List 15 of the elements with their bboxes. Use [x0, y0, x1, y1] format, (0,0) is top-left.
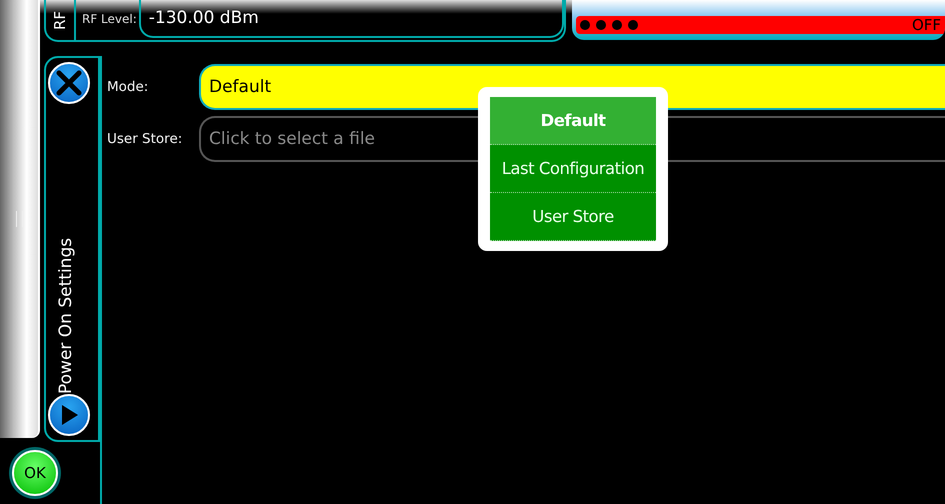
close-button[interactable] [48, 62, 90, 104]
field-label: RF Level: [81, 12, 138, 26]
ok-button[interactable]: OK [12, 450, 58, 496]
play-button[interactable] [48, 394, 90, 436]
dots-icon [580, 20, 638, 30]
close-icon [54, 68, 84, 98]
rf-output-toggle[interactable]: OFF [572, 0, 945, 40]
rf-level-field[interactable]: -130.00 dBm [138, 0, 564, 38]
field-label: Mode: [106, 79, 150, 95]
rf-state-text: OFF [912, 16, 941, 34]
panel-title: Power On Settings [56, 236, 76, 394]
grip-handle-icon[interactable] [16, 211, 22, 227]
rf-tab-label[interactable]: RF [46, 0, 76, 40]
play-icon [59, 404, 79, 426]
field-label: User Store: [106, 131, 184, 147]
